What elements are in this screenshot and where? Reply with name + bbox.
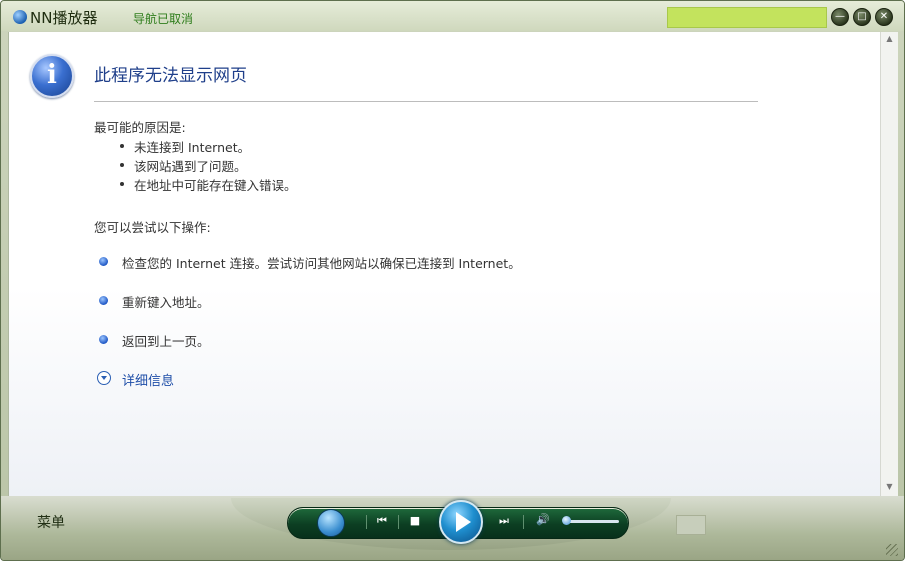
action-item: 重新键入地址。: [122, 295, 210, 310]
next-button[interactable]: ⏭: [495, 514, 513, 528]
previous-button[interactable]: ⏮: [373, 514, 391, 528]
scroll-down-arrow-icon[interactable]: ▼: [881, 482, 898, 494]
minimize-button[interactable]: —: [831, 8, 849, 26]
blue-bullet-icon: [99, 335, 108, 344]
app-logo-icon: [13, 10, 27, 24]
navigation-status: 导航已取消: [133, 12, 194, 26]
info-icon: i: [30, 54, 74, 98]
action-item: 返回到上一页。: [122, 334, 210, 349]
bullet-icon: [120, 144, 124, 148]
close-button[interactable]: ✕: [875, 8, 893, 26]
expand-chevron-icon[interactable]: [97, 371, 111, 385]
separator: [523, 515, 524, 529]
reason-item: 在地址中可能存在键入错误。: [134, 178, 297, 193]
blue-bullet-icon: [99, 296, 108, 305]
scroll-up-arrow-icon[interactable]: ▲: [881, 34, 898, 46]
play-button[interactable]: [439, 500, 483, 544]
player-window: NN播放器 导航已取消 — □ ✕ ▲ ▼ i 此程序无法显示网页 最可能的原因…: [0, 0, 905, 561]
separator: [366, 515, 367, 529]
app-title: NN播放器: [30, 9, 98, 27]
reason-item: 该网站遇到了问题。: [134, 159, 247, 174]
menu-button[interactable]: 菜单: [37, 512, 65, 532]
maximize-button[interactable]: □: [853, 8, 871, 26]
bullet-icon: [120, 163, 124, 167]
more-info-link[interactable]: 详细信息: [122, 370, 174, 389]
page-heading: 此程序无法显示网页: [94, 66, 247, 86]
stop-button[interactable]: ■: [406, 514, 424, 527]
bullet-icon: [120, 182, 124, 186]
vertical-scrollbar[interactable]: ▲ ▼: [880, 32, 898, 496]
volume-slider[interactable]: [566, 520, 619, 523]
resize-grip-icon[interactable]: [886, 544, 898, 556]
reasons-title: 最可能的原因是:: [94, 120, 186, 135]
side-panel-button[interactable]: [676, 515, 706, 535]
actions-title: 您可以尝试以下操作:: [94, 220, 211, 235]
action-item: 检查您的 Internet 连接。尝试访问其他网站以确保已连接到 Interne…: [122, 256, 521, 271]
volume-icon[interactable]: 🔊: [533, 513, 553, 526]
divider: [94, 101, 758, 102]
reason-item: 未连接到 Internet。: [134, 140, 251, 155]
blue-bullet-icon: [99, 257, 108, 266]
status-field: [667, 7, 827, 28]
library-icon[interactable]: [317, 509, 345, 537]
title-bar[interactable]: NN播放器 导航已取消 — □ ✕: [1, 1, 904, 31]
separator: [398, 515, 399, 529]
volume-slider-knob[interactable]: [562, 516, 571, 525]
